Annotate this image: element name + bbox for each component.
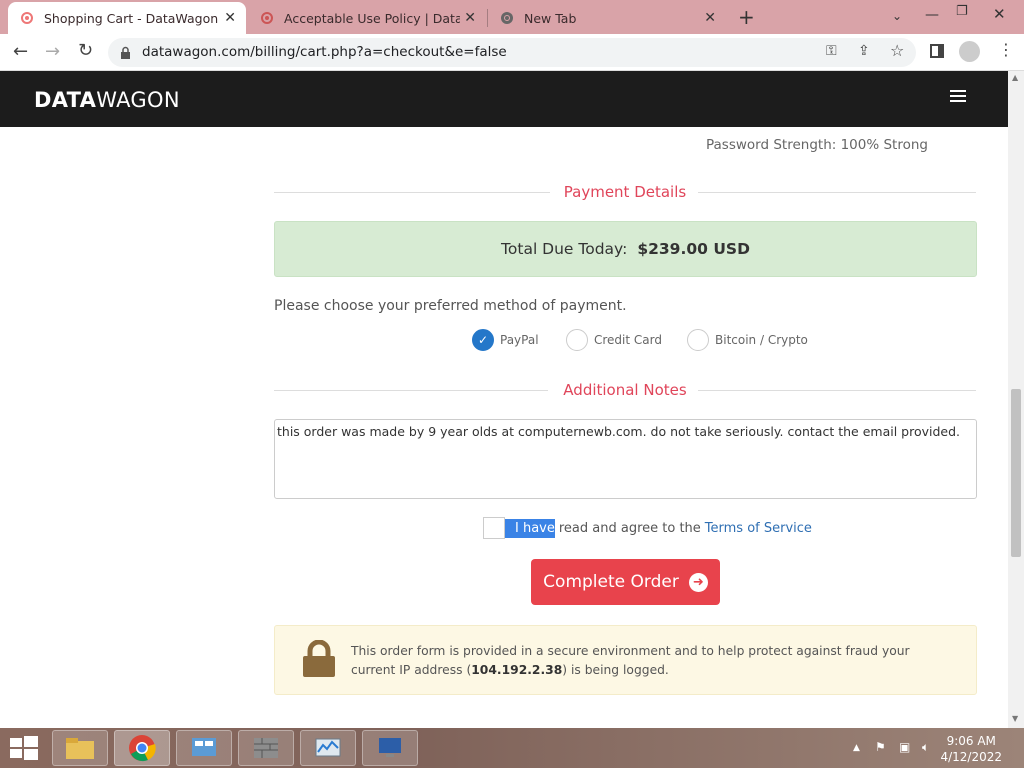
secure-notice: This order form is provided in a secure … bbox=[274, 625, 977, 695]
tos-checkbox[interactable] bbox=[483, 517, 505, 539]
radio-label: Bitcoin / Crypto bbox=[715, 333, 808, 347]
page-content: DATAWAGON Password Strength: 100% Strong… bbox=[0, 71, 1008, 728]
chrome-icon bbox=[500, 11, 514, 25]
action-center-flag-icon[interactable]: ⚑ bbox=[875, 740, 886, 754]
firewall-icon[interactable] bbox=[238, 730, 294, 766]
taskbar-clock[interactable]: 9:06 AM 4/12/2022 bbox=[940, 733, 1002, 765]
tos-agreement[interactable]: I have read and agree to the Terms of Se… bbox=[483, 517, 812, 539]
radio-circle bbox=[687, 329, 709, 351]
terms-of-service-link[interactable]: Terms of Service bbox=[705, 521, 812, 536]
arrow-circle-right-icon: ➜ bbox=[688, 572, 708, 592]
clock-time: 9:06 AM bbox=[946, 734, 996, 748]
forward-icon[interactable]: → bbox=[45, 41, 60, 62]
menu-kebab-icon[interactable]: ⋮ bbox=[998, 40, 1014, 59]
key-icon[interactable]: ⚿ bbox=[826, 43, 837, 59]
profile-avatar-icon[interactable] bbox=[959, 41, 980, 62]
performance-monitor-icon[interactable] bbox=[300, 730, 356, 766]
scroll-down-icon[interactable]: ▼ bbox=[1012, 714, 1018, 723]
total-label: Total Due Today: bbox=[501, 240, 628, 258]
additional-notes-heading: Additional Notes bbox=[274, 381, 976, 401]
url-text: datawagon.com/billing/cart.php?a=checkou… bbox=[142, 44, 507, 60]
scrollbar-thumb[interactable] bbox=[1011, 389, 1021, 557]
logo-light: WAGON bbox=[96, 88, 180, 112]
show-hidden-icons[interactable]: ▲ bbox=[853, 743, 860, 753]
hamburger-menu-icon[interactable] bbox=[950, 90, 966, 102]
remote-desktop-icon[interactable] bbox=[362, 730, 418, 766]
complete-order-button[interactable]: Complete Order ➜ bbox=[531, 559, 720, 605]
close-tab-icon[interactable]: ✕ bbox=[224, 10, 236, 26]
share-icon[interactable]: ⇪ bbox=[858, 43, 870, 59]
chrome-taskbar-icon[interactable] bbox=[114, 730, 170, 766]
start-windows-icon[interactable] bbox=[10, 736, 38, 764]
payment-details-heading: Payment Details bbox=[274, 183, 976, 203]
site-navbar: DATAWAGON bbox=[0, 71, 1008, 127]
secure-notice-text: This order form is provided in a secure … bbox=[351, 642, 951, 680]
volume-icon[interactable]: 🔈︎ bbox=[922, 740, 929, 755]
file-explorer-icon[interactable] bbox=[52, 730, 108, 766]
logo-bold: DATA bbox=[34, 88, 97, 112]
selected-text: I have bbox=[505, 518, 555, 538]
close-window-icon[interactable]: ✕ bbox=[993, 5, 1006, 23]
lock-icon bbox=[120, 45, 131, 64]
radio-paypal[interactable]: ✓ PayPal bbox=[472, 329, 539, 351]
total-due-box: Total Due Today: $239.00 USD bbox=[274, 221, 977, 277]
new-tab-icon[interactable]: + bbox=[738, 5, 755, 29]
secure-text: ) is being logged. bbox=[562, 663, 669, 677]
total-value: $239.00 USD bbox=[637, 240, 750, 258]
tab-search-chevron-icon[interactable]: ⌄ bbox=[892, 9, 902, 23]
padlock-icon bbox=[302, 639, 336, 682]
check-icon: ✓ bbox=[472, 329, 494, 351]
network-icon[interactable]: ▣ bbox=[899, 740, 910, 754]
close-tab-icon[interactable]: ✕ bbox=[464, 10, 476, 26]
radio-label: PayPal bbox=[500, 333, 539, 347]
windows-taskbar: ▲ ⚑ ▣ 🔈︎ 9:06 AM 4/12/2022 bbox=[0, 728, 1024, 768]
clock-date: 4/12/2022 bbox=[940, 750, 1002, 764]
minimize-icon[interactable]: — bbox=[925, 7, 939, 23]
close-tab-icon[interactable]: ✕ bbox=[704, 10, 716, 26]
page-scrollbar[interactable]: ▲ ▼ bbox=[1008, 71, 1024, 728]
browser-toolbar: ← → ↻ datawagon.com/billing/cart.php?a=c… bbox=[0, 34, 1024, 71]
control-panel-icon[interactable] bbox=[176, 730, 232, 766]
address-bar[interactable]: datawagon.com/billing/cart.php?a=checkou… bbox=[108, 38, 916, 67]
button-label: Complete Order bbox=[543, 572, 679, 592]
section-title: Payment Details bbox=[563, 183, 687, 201]
back-icon[interactable]: ← bbox=[13, 41, 28, 62]
side-panel-icon[interactable] bbox=[930, 44, 944, 58]
tab-label: New Tab bbox=[524, 10, 577, 26]
reload-icon[interactable]: ↻ bbox=[78, 40, 93, 61]
bookmark-star-icon[interactable]: ☆ bbox=[890, 41, 904, 60]
favicon-icon bbox=[20, 11, 34, 25]
ip-address: 104.192.2.38 bbox=[471, 663, 563, 677]
tab-acceptable-use-policy[interactable]: Acceptable Use Policy | DataWag ✕ bbox=[248, 2, 486, 34]
tab-label: Shopping Cart - DataWagon bbox=[44, 10, 219, 26]
password-strength: Password Strength: 100% Strong bbox=[706, 137, 928, 153]
radio-credit-card[interactable]: Credit Card bbox=[566, 329, 662, 351]
favicon-icon bbox=[260, 11, 274, 25]
radio-label: Credit Card bbox=[594, 333, 662, 347]
restore-icon[interactable]: ❐ bbox=[956, 4, 968, 19]
tab-label: Acceptable Use Policy | DataWag bbox=[284, 10, 460, 26]
notes-textarea[interactable]: this order was made by 9 year olds at co… bbox=[274, 419, 977, 499]
tab-shopping-cart[interactable]: Shopping Cart - DataWagon ✕ bbox=[8, 2, 246, 34]
radio-bitcoin-crypto[interactable]: Bitcoin / Crypto bbox=[687, 329, 808, 351]
site-logo[interactable]: DATAWAGON bbox=[34, 88, 180, 112]
payment-prompt: Please choose your preferred method of p… bbox=[274, 298, 627, 314]
browser-tab-strip: Shopping Cart - DataWagon ✕ Acceptable U… bbox=[0, 0, 1024, 34]
tab-new-tab[interactable]: New Tab ✕ bbox=[488, 2, 726, 34]
scroll-up-icon[interactable]: ▲ bbox=[1012, 73, 1018, 82]
tos-text: read and agree to the bbox=[558, 520, 701, 536]
radio-circle bbox=[566, 329, 588, 351]
section-title: Additional Notes bbox=[563, 381, 687, 399]
